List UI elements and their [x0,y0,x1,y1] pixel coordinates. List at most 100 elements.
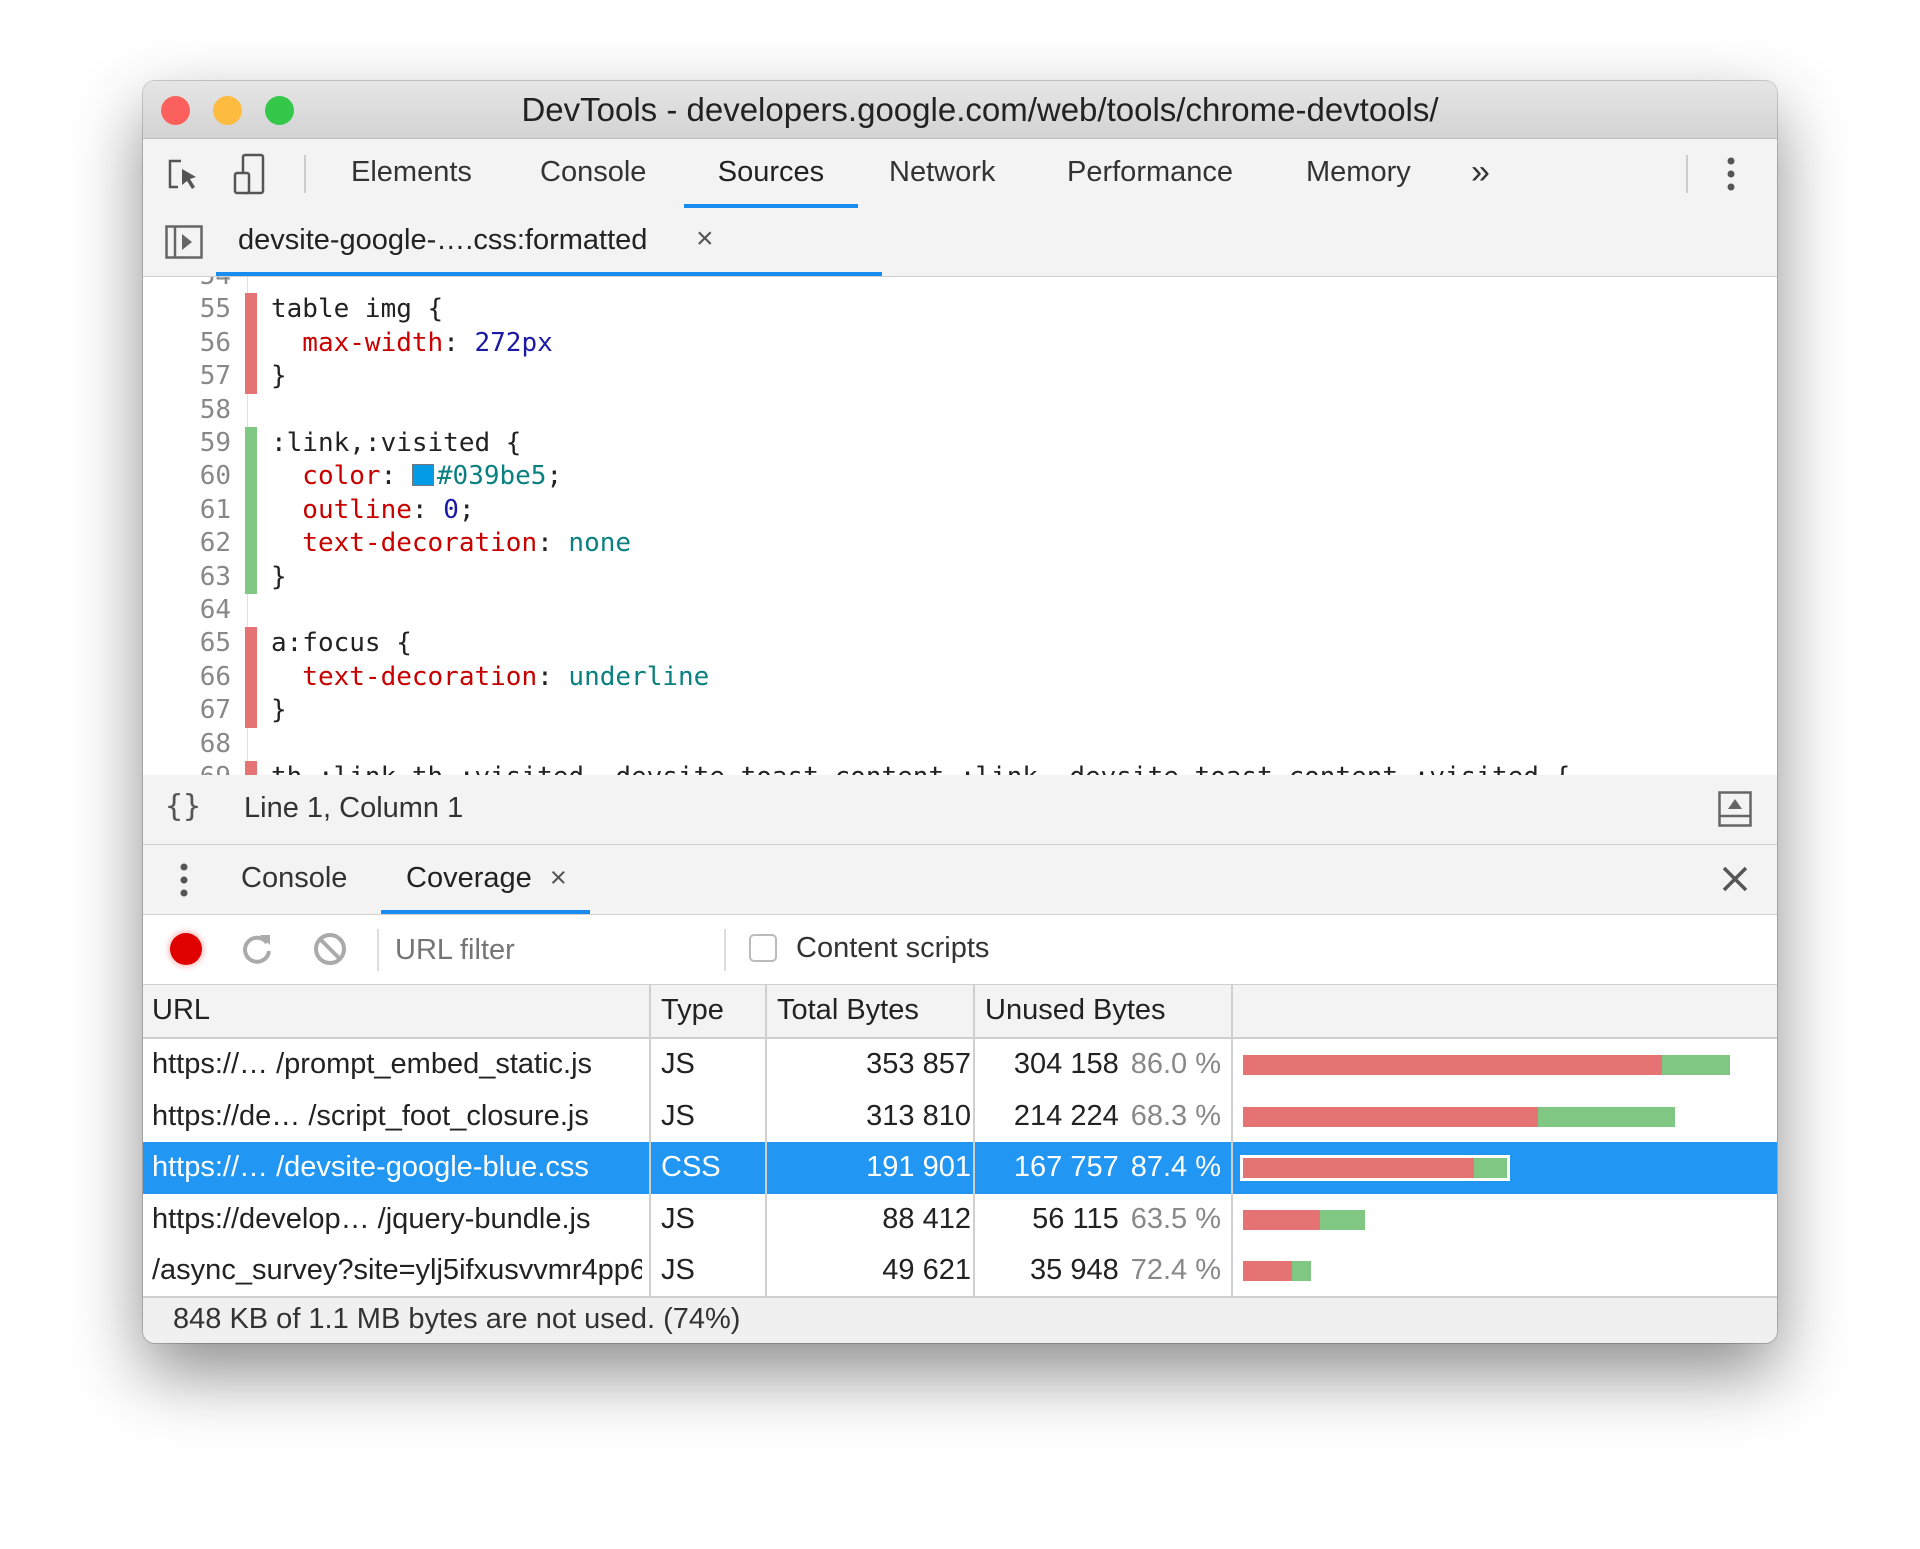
code-line: text-decoration: none [271,527,631,560]
close-tab-icon[interactable]: × [696,208,714,270]
line-number: 63 [199,561,231,592]
line-number: 54 [143,277,231,293]
close-tab-icon[interactable]: × [550,862,567,894]
unused-bar-segment [1243,1209,1321,1230]
total-bytes-cell: 88 412 [882,1202,971,1235]
type-cell: JS [661,1099,695,1132]
code-token: a:focus { [271,628,412,659]
unused-percent: 87.4 % [1130,1151,1221,1184]
table-row[interactable]: https://de… /script_foot_closure.js JS 313… [143,1091,1777,1143]
used-bar-segment [1473,1158,1508,1179]
type-cell: JS [661,1202,695,1235]
column-header-url[interactable]: URL [152,985,642,1037]
used-bar-segment [1537,1106,1675,1127]
inspect-element-icon[interactable] [167,159,203,193]
tab-elements[interactable]: Elements [351,139,472,208]
kebab-menu-icon[interactable] [1727,157,1735,191]
unused-percent: 72.4 % [1130,1254,1221,1287]
divider [724,929,726,971]
code-token: 272px [474,327,553,358]
code-line: } [271,694,287,727]
close-drawer-icon[interactable] [1721,865,1749,893]
pretty-print-icon[interactable]: {} [165,789,201,824]
usage-bar [1243,1261,1312,1282]
drawer-menu-icon[interactable] [180,863,188,897]
content-scripts-checkbox[interactable] [749,934,777,962]
unused-bytes-value: 214 224 [1013,1099,1119,1132]
drawer-tab-coverage[interactable]: Coverage × [381,845,590,914]
divider [377,929,379,971]
code-token: } [271,695,287,726]
type-cell: JS [661,1048,695,1080]
coverage-marker-used [245,527,257,561]
code-token: : [537,661,569,692]
code-line: } [271,360,287,393]
file-tab[interactable]: devsite-google-….css:formatted × [216,208,882,276]
tab-network[interactable]: Network [889,139,995,208]
coverage-marker-unused [245,360,257,394]
url-cell: https://de… /script_foot_closure.js [152,1099,589,1132]
unused-bar-segment [1243,1055,1662,1075]
coverage-marker-unused [245,694,257,728]
code-token: underline [568,661,710,692]
line-number: 60 [199,461,231,492]
unused-bytes-value: 304 158 [1013,1048,1119,1080]
drawer-tab-bar: Console Coverage × [143,845,1777,916]
unused-percent: 86.0 % [1130,1048,1221,1080]
total-bytes-cell: 313 810 [866,1099,971,1132]
column-divider[interactable] [765,985,767,1296]
column-header-total-bytes[interactable]: Total Bytes [777,985,977,1037]
unused-percent: 63.5 % [1130,1202,1221,1235]
unused-bar-segment [1243,1261,1293,1282]
clear-icon[interactable] [313,932,347,966]
table-row[interactable]: https://… /devsite-google-blue.css CSS 191… [143,1142,1777,1194]
divider [1686,155,1688,193]
cursor-position: Line 1, Column 1 [244,792,464,824]
table-header: URL Type Total Bytes Unused Bytes [143,985,1777,1039]
table-row[interactable]: https://… /prompt_embed_static.js JS 353 8… [143,1039,1777,1091]
table-row[interactable]: https://develop… /jquery-bundle.js JS 88 4… [143,1194,1777,1246]
code-token: outline [271,494,412,525]
tab-sources[interactable]: Sources [684,139,858,208]
used-bar-segment [1292,1261,1312,1282]
column-divider[interactable] [973,985,975,1296]
reload-icon[interactable] [240,932,274,966]
code-token: : [380,461,412,492]
code-token: ; [458,494,475,525]
column-header-unused-bytes[interactable]: Unused Bytes [985,985,1235,1037]
code-editor[interactable]: 54 55 table img {56 max-width: 272px 57} 58… [143,277,1777,777]
line-number: 55 [199,294,231,325]
coverage-marker-used [245,493,257,528]
device-toolbar-icon[interactable] [233,153,267,195]
toggle-navigator-icon[interactable] [165,225,203,259]
coverage-toolbar: Content scripts [143,915,1777,986]
coverage-marker-unused [245,326,257,361]
tab-console[interactable]: Console [540,139,646,208]
more-tabs-button[interactable]: » [1471,139,1490,208]
code-line: a:focus { [271,627,412,660]
code-token: #039be5 [436,461,547,492]
color-swatch[interactable] [411,464,434,487]
table-row[interactable]: /async_survey?site=ylj5ifxusvvmr4pp6ae5l… [143,1245,1777,1297]
tab-performance[interactable]: Performance [1067,139,1233,208]
column-divider[interactable] [1231,985,1233,1296]
drawer-tab-console[interactable]: Console [241,845,347,914]
content-scripts-label: Content scripts [796,932,990,964]
main-tab-bar: Elements Console Sources Network Perform… [143,139,1777,210]
type-cell: CSS [661,1151,721,1184]
total-bytes-cell: 191 901 [866,1151,971,1184]
url-filter-input[interactable] [393,925,717,975]
unused-bytes-value: 35 948 [1030,1254,1119,1287]
column-header-type[interactable]: Type [661,985,771,1037]
unused-bytes-cell: 304 158 86.0 % [981,1039,1221,1091]
column-divider[interactable] [649,985,651,1296]
tab-memory[interactable]: Memory [1306,139,1411,208]
divider [304,155,306,193]
code-token: text-decoration [271,528,538,559]
record-button[interactable] [170,933,202,965]
unused-bytes-cell: 35 948 72.4 % [981,1245,1221,1297]
url-cell: /async_survey?site=ylj5ifxusvvmr4pp6ae5l… [152,1254,642,1287]
toggle-drawer-icon[interactable] [1718,791,1752,827]
coverage-marker-used [245,460,257,494]
unused-bytes-cell: 56 115 63.5 % [981,1194,1221,1246]
